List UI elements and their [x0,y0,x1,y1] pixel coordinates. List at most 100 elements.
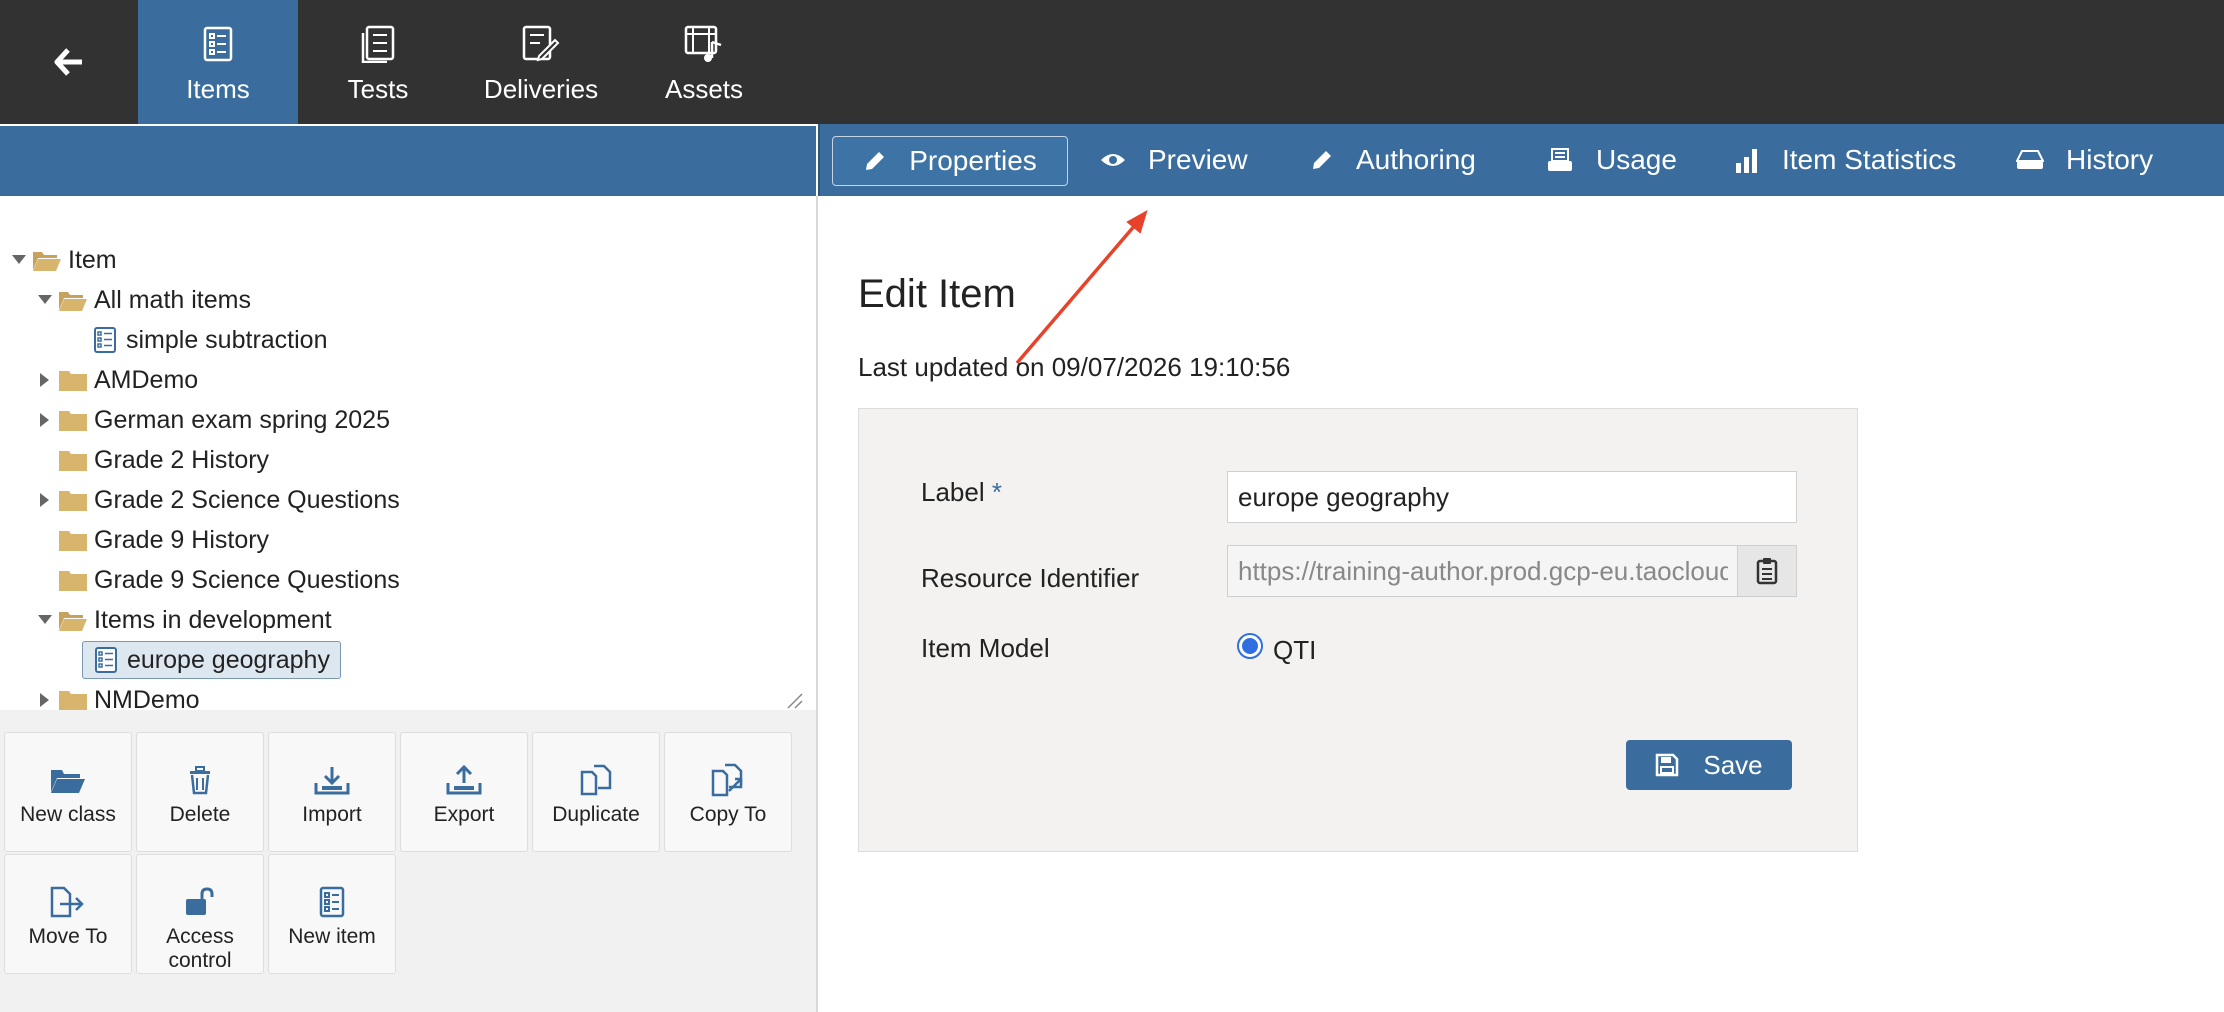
nav-tab-label: Items [186,74,250,104]
action-label: Copy To [689,803,767,826]
tab-label: Preview [1148,144,1248,175]
tab-label: History [2066,144,2154,175]
tree-node-label: German exam spring 2025 [94,405,390,434]
expanded-caret-icon[interactable] [32,295,58,305]
back-button[interactable] [0,0,138,124]
tree-node-folder[interactable]: Grade 9 History [58,522,269,558]
tree-node-label: Grade 9 Science Questions [94,565,400,594]
tab-label: Usage [1596,144,1677,175]
pencil-icon [866,152,885,170]
resource-tree: Item All math items simple subtraction A… [0,196,816,714]
tree-node-folder[interactable]: All math items [32,282,251,318]
duplicate-button[interactable]: Duplicate [532,732,660,852]
import-icon [314,763,350,797]
action-label: Move To [28,925,108,948]
move-to-button[interactable]: Move To [4,854,132,974]
nav-tab-deliveries[interactable]: Deliveries [458,0,624,124]
selection-highlight[interactable]: europe geography [82,641,341,679]
collapsed-caret-icon[interactable] [32,373,58,387]
tree-node-folder[interactable]: AMDemo [32,362,198,398]
tree-node-item[interactable]: Item [6,242,117,278]
save-icon [1656,753,1679,777]
tab-label: Authoring [1356,144,1476,175]
nav-tab-assets[interactable]: Assets [624,0,784,124]
eye-icon [1101,154,1125,166]
collapsed-caret-icon[interactable] [32,413,58,427]
label-text: Label [921,477,985,507]
import-button[interactable]: Import [268,732,396,852]
resource-identifier-input[interactable] [1227,545,1739,597]
copy-to-icon [711,763,745,797]
copy-to-button[interactable]: Copy To [664,732,792,852]
radio-selected-dot [1242,638,1258,654]
folder-icon [58,528,88,552]
assets-icon [684,24,724,64]
delete-button[interactable]: Delete [136,732,264,852]
tab-label: Item Statistics [1782,144,1957,175]
history-icon [2016,150,2044,169]
tree-node-folder[interactable]: German exam spring 2025 [32,402,390,438]
expanded-caret-icon[interactable] [32,615,58,625]
top-navigation-bar: Items Tests Deliveries Assets [0,0,2224,124]
action-label: New item [288,925,376,948]
action-label: New class [20,803,116,826]
new-class-button[interactable]: New class [4,732,132,852]
save-label: Save [1703,749,1763,780]
tab-usage[interactable]: Usage [1546,136,1677,184]
tree-node-folder[interactable]: Grade 9 Science Questions [58,562,400,598]
panel-divider[interactable] [816,196,818,1012]
tab-label: Properties [909,145,1037,176]
required-marker: * [991,477,1002,507]
resize-handle-icon[interactable] [786,692,804,710]
item-icon [91,647,121,673]
duplicate-icon [580,763,612,797]
tree-node-folder[interactable]: Grade 2 History [58,442,269,478]
last-updated-text: Last updated on 09/07/2026 19:10:56 [858,352,1291,382]
nav-tab-label: Deliveries [483,74,599,104]
nav-tab-label: Assets [664,74,744,104]
tab-item-statistics[interactable]: Item Statistics [1734,136,1956,184]
move-to-icon [50,885,86,919]
tree-node-label: AMDemo [94,365,199,394]
action-label: Duplicate [552,803,640,826]
tab-authoring[interactable]: Authoring [1310,136,1476,184]
folder-icon [58,448,88,472]
tree-node-item-leaf-selected[interactable]: europe geography [82,641,341,679]
tree-node-folder[interactable]: Items in development [32,602,332,638]
qti-radio[interactable] [1237,633,1263,659]
tree-node-label: simple subtraction [126,325,328,354]
tab-preview[interactable]: Preview [1100,136,1248,184]
folder-icon [58,408,88,432]
save-button[interactable]: Save [1626,740,1792,790]
resource-identifier-label: Resource Identifier [921,563,1140,593]
collapsed-caret-icon[interactable] [32,493,58,507]
export-button[interactable]: Export [400,732,528,852]
tree-node-folder[interactable]: Grade 2 Science Questions [32,482,400,518]
action-label: Export [433,803,495,826]
export-icon [446,763,482,797]
nav-tab-label: Tests [347,74,409,104]
folder-open-icon [32,248,62,272]
access-control-button[interactable]: Access control [136,854,264,974]
folder-icon [58,688,88,712]
expanded-caret-icon[interactable] [6,255,32,265]
nav-tab-tests[interactable]: Tests [298,0,458,124]
collapsed-caret-icon[interactable] [32,693,58,707]
tab-history[interactable]: History [2016,136,2153,184]
tree-node-item-leaf[interactable]: simple subtraction [90,322,327,358]
tab-properties[interactable]: Properties [832,136,1068,186]
tree-node-label: Items in development [94,605,332,634]
nav-tab-items[interactable]: Items [138,0,298,124]
pencil-icon [1313,151,1331,169]
folder-open-icon [50,763,86,797]
tree-node-label: Item [68,245,117,274]
folder-icon [58,368,88,392]
copy-to-clipboard-button[interactable] [1737,545,1797,597]
usage-icon [1548,148,1572,171]
clipboard-icon [1756,558,1778,585]
trash-icon [187,763,213,797]
tree-node-label: Grade 2 History [94,445,270,474]
label-input[interactable] [1227,471,1797,523]
action-label: Access control [166,925,234,972]
new-item-button[interactable]: New item [268,854,396,974]
